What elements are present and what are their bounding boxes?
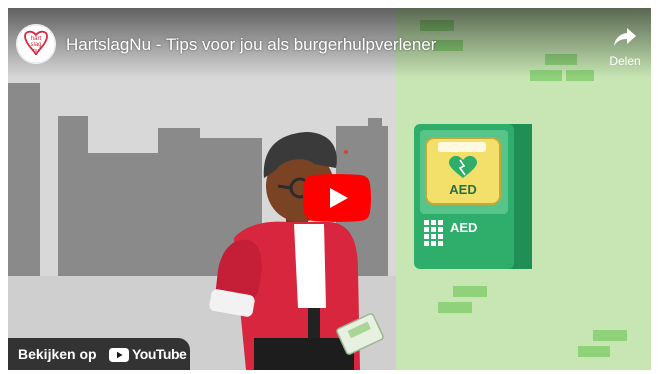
- youtube-wordmark: YouTube: [132, 346, 187, 362]
- play-icon: [303, 174, 371, 222]
- aed-device-label: AED: [449, 182, 476, 197]
- watch-on-youtube-button[interactable]: Bekijken op YouTube: [8, 338, 190, 370]
- aed-cabinet: AED AED: [414, 124, 532, 269]
- youtube-logo-icon: [109, 348, 129, 362]
- aed-cabinet-label: AED: [450, 220, 477, 235]
- channel-logo-icon: hart slag nu: [16, 24, 56, 64]
- channel-avatar[interactable]: hart slag nu: [16, 24, 56, 64]
- share-label: Delen: [609, 54, 641, 68]
- play-button[interactable]: [303, 174, 371, 222]
- share-button[interactable]: Delen: [600, 26, 650, 74]
- video-player[interactable]: AED AED hart slag nu HartslagNu - Tips v…: [8, 8, 651, 370]
- video-title[interactable]: HartslagNu - Tips voor jou als burgerhul…: [66, 35, 436, 55]
- watch-on-label: Bekijken op: [18, 346, 97, 362]
- channel-logo-text-3: nu: [33, 48, 39, 54]
- share-icon: [614, 28, 636, 46]
